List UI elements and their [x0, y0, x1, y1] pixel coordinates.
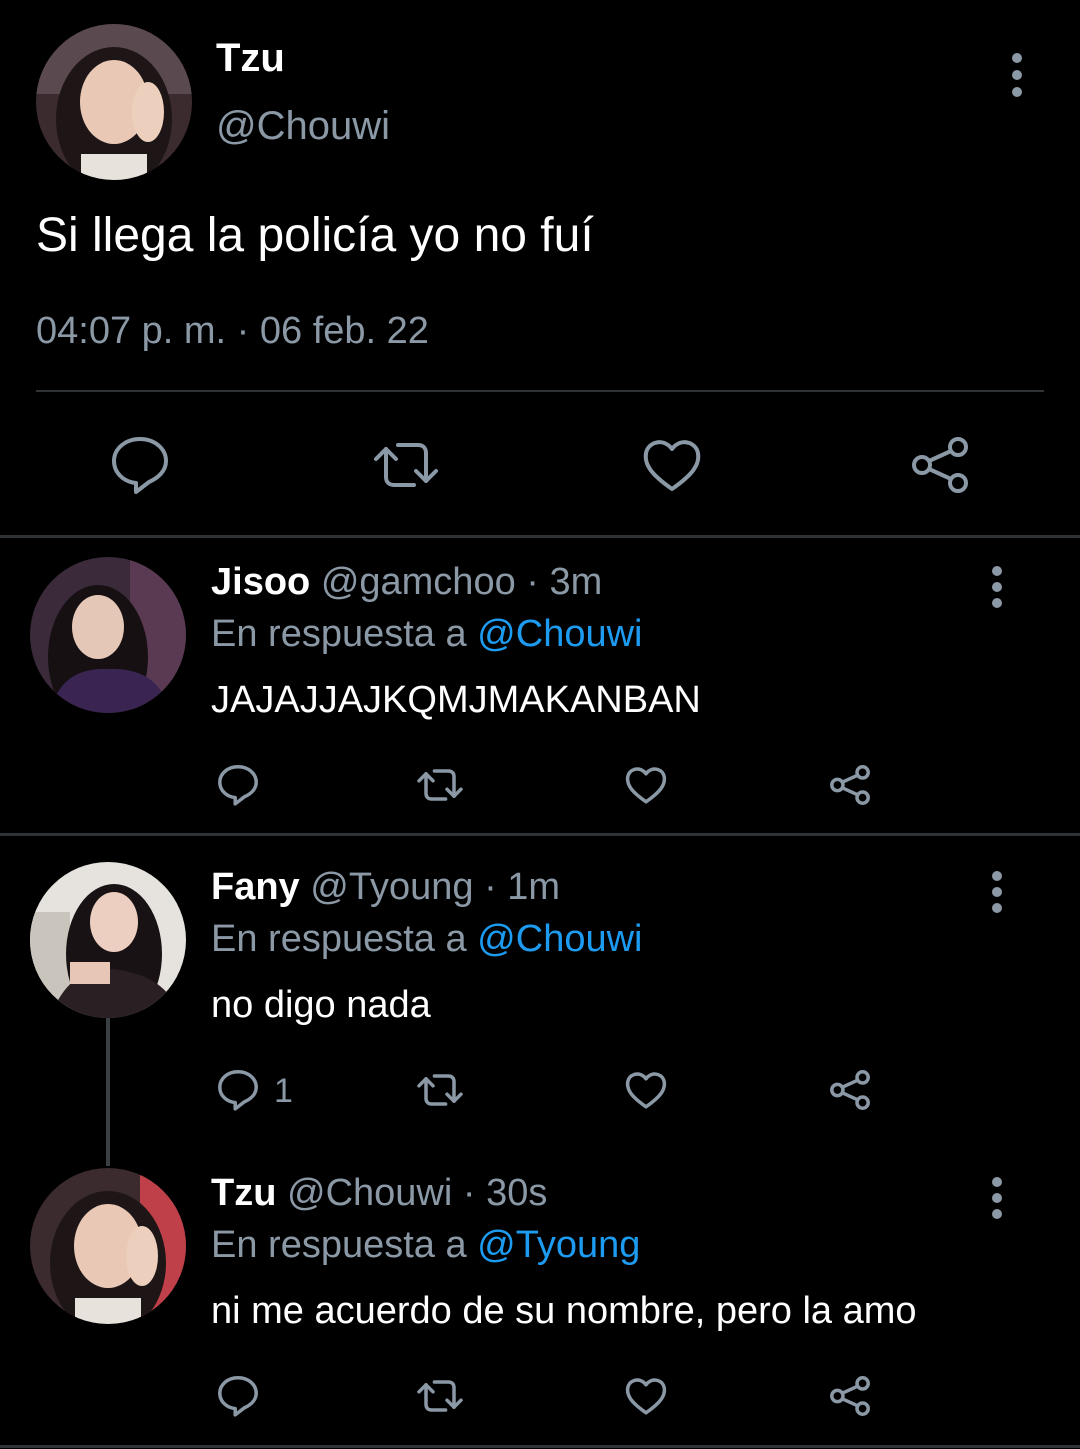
more-options-icon[interactable]	[980, 870, 1014, 914]
more-options-icon[interactable]	[1000, 50, 1034, 100]
author-name[interactable]: Jisoo	[211, 561, 310, 603]
reply-icon	[210, 1062, 266, 1118]
reply-actions: 1	[0, 1062, 1080, 1122]
more-options-icon[interactable]	[980, 565, 1014, 609]
tweet-text: Si llega la policía yo no fuí	[36, 209, 594, 262]
mention-link[interactable]: @Chouwi	[477, 613, 642, 655]
avatar[interactable]	[30, 557, 186, 713]
retweet-icon[interactable]	[412, 1368, 472, 1428]
author-name[interactable]: Tzu	[216, 36, 285, 81]
reply-tweet[interactable]: Jisoo @gamchoo · 3m En respuesta a @Chou…	[0, 557, 1080, 827]
mention-link[interactable]: @Tyoung	[477, 1224, 640, 1266]
avatar[interactable]	[30, 1168, 186, 1324]
avatar[interactable]	[30, 862, 186, 1018]
author-handle[interactable]: @Chouwi	[287, 1172, 452, 1214]
share-icon[interactable]	[900, 425, 980, 505]
author-handle[interactable]: @Chouwi	[216, 104, 390, 149]
replying-label: En respuesta a	[211, 1224, 467, 1266]
reply-text: ni me acuerdo de su nombre, pero la amo	[211, 1290, 917, 1332]
like-icon[interactable]	[618, 1368, 678, 1428]
author-handle[interactable]: @gamchoo	[321, 561, 516, 603]
retweet-icon[interactable]	[366, 425, 446, 505]
reply-button[interactable]: 1	[210, 1062, 310, 1122]
reply-actions	[0, 1368, 1080, 1428]
reply-text: no digo nada	[211, 984, 431, 1026]
replying-to: En respuesta a @Chouwi	[211, 918, 642, 961]
divider	[0, 833, 1080, 836]
reply-text: JAJAJJAJKQMJMAKANBAN	[211, 679, 701, 721]
reply-tweet[interactable]: Fany @Tyoung · 1m En respuesta a @Chouwi…	[0, 862, 1080, 1132]
replying-to: En respuesta a @Chouwi	[211, 613, 642, 656]
retweet-icon[interactable]	[412, 1062, 472, 1122]
reply-icon[interactable]	[210, 757, 270, 817]
reply-tweet[interactable]: Tzu @Chouwi · 30s En respuesta a @Tyoung…	[0, 1168, 1080, 1438]
tweet-timestamp: 04:07 p. m. · 06 feb. 22	[36, 310, 429, 352]
avatar[interactable]	[36, 24, 192, 180]
divider	[36, 390, 1044, 392]
thread-connector-line	[106, 1018, 110, 1166]
mention-link[interactable]: @Chouwi	[477, 918, 642, 960]
reply-icon[interactable]	[100, 425, 180, 505]
main-tweet: Tzu @Chouwi Si llega la policía yo no fu…	[0, 0, 1080, 536]
reply-header: Fany @Tyoung · 1m	[211, 866, 560, 909]
reply-header: Tzu @Chouwi · 30s	[211, 1172, 547, 1215]
replying-label: En respuesta a	[211, 918, 467, 960]
tweet-actions	[0, 425, 1080, 505]
share-icon[interactable]	[822, 1368, 882, 1428]
like-icon[interactable]	[632, 425, 712, 505]
reply-actions	[0, 757, 1080, 817]
reply-header: Jisoo @gamchoo · 3m	[211, 561, 602, 604]
reply-icon[interactable]	[210, 1368, 270, 1428]
retweet-icon[interactable]	[412, 757, 472, 817]
more-options-icon[interactable]	[980, 1176, 1014, 1220]
share-icon[interactable]	[822, 757, 882, 817]
share-icon[interactable]	[822, 1062, 882, 1122]
divider	[0, 1445, 1080, 1448]
reply-time: · 1m	[484, 866, 561, 908]
tweet-thread-screen: Tzu @Chouwi Si llega la policía yo no fu…	[0, 0, 1080, 1449]
reply-time: · 30s	[462, 1172, 548, 1214]
replying-label: En respuesta a	[211, 613, 467, 655]
author-name[interactable]: Fany	[211, 866, 300, 908]
like-icon[interactable]	[618, 1062, 678, 1122]
reply-time: · 3m	[526, 561, 603, 603]
like-icon[interactable]	[618, 757, 678, 817]
reply-count: 1	[274, 1072, 293, 1110]
author-handle[interactable]: @Tyoung	[310, 866, 473, 908]
author-name[interactable]: Tzu	[211, 1172, 276, 1214]
divider	[0, 535, 1080, 538]
replying-to: En respuesta a @Tyoung	[211, 1224, 640, 1267]
